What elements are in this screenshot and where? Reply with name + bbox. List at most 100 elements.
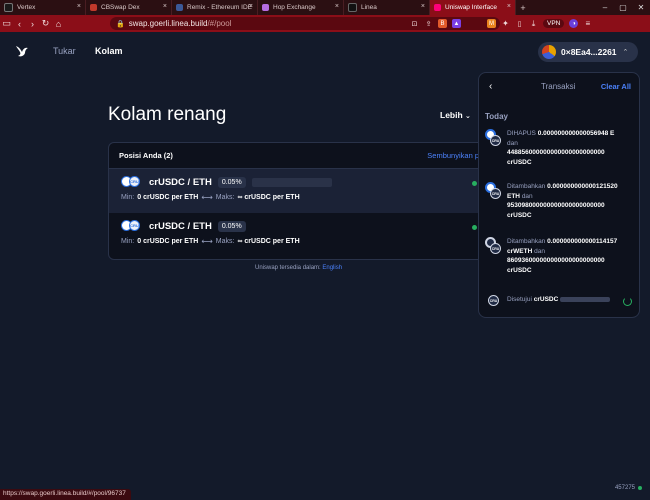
reload-icon[interactable]: ↻ xyxy=(39,18,52,29)
close-tab-icon[interactable]: × xyxy=(163,3,167,10)
browser-status-url: https://swap.goerli.linea.build/#/pool/9… xyxy=(0,489,131,500)
language-link[interactable]: English xyxy=(322,265,342,271)
pair-name: crUSDC / ETH xyxy=(149,176,212,188)
block-number: 457275 xyxy=(614,485,635,491)
forward-arrow-icon[interactable]: › xyxy=(26,19,39,29)
availability-text: Uniswap tersedia dalam: xyxy=(255,265,321,271)
position-row[interactable]: CRU crUSDC / ETH 0.05% Min: 0 crUSDC per… xyxy=(109,213,509,257)
browser-toolbar: ▭ ‹ › ↻ ⌂ 🔒 swap.goerli.linea.build/#/po… xyxy=(0,15,650,32)
block-number-indicator[interactable]: 457275 xyxy=(615,485,642,491)
max-label: Maks: xyxy=(215,238,235,245)
tx-amount1: 0.000000000000114157 xyxy=(547,238,618,245)
download-icon[interactable]: ⤓ xyxy=(529,19,538,28)
transaction-item[interactable]: CRU Ditambahkan 0.000000000000121520 ETH… xyxy=(485,182,637,232)
cru-token-icon: CRU xyxy=(129,220,140,231)
metamask-icon[interactable]: M xyxy=(487,19,496,28)
browser-tab-remix[interactable]: Remix - Ethereum IDE × xyxy=(172,0,258,15)
transaction-item-pending[interactable]: CRU Disetujui crUSDC xyxy=(485,295,637,315)
nav-swap-link[interactable]: Tukar xyxy=(53,46,76,56)
close-window-icon[interactable]: ✕ xyxy=(632,0,650,15)
position-row[interactable]: CRU crUSDC / ETH 0.05% Min: 0 crUSDC per… xyxy=(109,169,509,213)
profile-avatar-icon[interactable]: ◑ xyxy=(569,19,579,28)
positions-count-label: Posisi Anda (2) xyxy=(119,151,173,160)
sidebar-toggle-icon[interactable]: ▭ xyxy=(0,18,13,29)
close-tab-icon[interactable]: × xyxy=(421,3,425,10)
tx-token2: crUSDC xyxy=(507,158,532,166)
tab-title: Remix - Ethereum IDE xyxy=(187,4,253,11)
new-tab-plus-icon[interactable]: + xyxy=(516,0,530,15)
tx-connector: dan xyxy=(521,192,533,200)
close-tab-icon[interactable]: × xyxy=(335,3,339,10)
browser-tab-vertex[interactable]: Vertex × xyxy=(0,0,86,15)
more-label: Lebih xyxy=(440,110,463,120)
menu-icon[interactable]: ≡ xyxy=(583,19,592,28)
browser-tab-linea[interactable]: Linea × xyxy=(344,0,430,15)
tx-amount2: 953098000000000000000000000 xyxy=(507,202,605,209)
vertex-favicon-icon xyxy=(4,3,13,12)
clear-all-button[interactable]: Clear All xyxy=(601,82,631,91)
nav-pool-link[interactable]: Kolam xyxy=(95,46,123,56)
tx-action: Ditambahkan xyxy=(507,238,546,245)
uniswap-logo-icon[interactable] xyxy=(14,43,30,59)
tx-token1: ETH xyxy=(507,192,520,200)
browser-tab-hop[interactable]: Hop Exchange × xyxy=(258,0,344,15)
more-dropdown-button[interactable]: Lebih ⌄ xyxy=(440,110,471,120)
close-tab-icon[interactable]: × xyxy=(249,3,253,10)
tab-title: CBSwap Dex xyxy=(101,4,140,11)
page-title: Kolam renang xyxy=(108,104,227,125)
share-icon[interactable]: ⇪ xyxy=(424,19,433,28)
home-icon[interactable]: ⌂ xyxy=(52,19,65,29)
chevron-down-icon: ⌄ xyxy=(465,113,471,120)
browser-tab-uniswap[interactable]: Uniswap Interface × xyxy=(430,0,516,15)
transaction-item[interactable]: CRU DIHAPUS 0.000000000000056948 E dan 4… xyxy=(485,129,637,169)
lock-icon: 🔒 xyxy=(116,20,125,28)
cru-badge-icon: CRU xyxy=(490,188,501,199)
tx-amount1: 0.000000000000056948 E xyxy=(537,130,615,137)
minimize-icon[interactable]: – xyxy=(596,0,614,15)
back-arrow-icon[interactable]: ‹ xyxy=(13,19,26,29)
language-availability-note: Uniswap tersedia dalam: English xyxy=(255,265,342,271)
sidebar-icon[interactable]: ▯ xyxy=(515,19,524,28)
max-label: Maks: xyxy=(215,194,235,201)
transaction-item[interactable]: CRU Ditambahkan 0.000000000000114157 crW… xyxy=(485,237,637,287)
fee-tier-badge: 0.05% xyxy=(217,176,246,188)
token-pair-icons: CRU xyxy=(121,220,143,232)
min-label: Min: xyxy=(121,238,135,245)
hide-closed-positions-link[interactable]: Sembunyikan p xyxy=(427,151,479,160)
tx-token2: crUSDC xyxy=(507,211,532,219)
price-range: Min: 0 crUSDC per ETH ⟷ Maks: ∞ crUSDC p… xyxy=(121,237,497,246)
maximize-icon[interactable]: ▢ xyxy=(614,0,632,15)
in-range-status-dot xyxy=(472,181,477,186)
close-tab-icon[interactable]: × xyxy=(77,3,81,10)
redacted-area xyxy=(560,296,611,302)
position-pair: CRU crUSDC / ETH 0.05% xyxy=(121,220,497,232)
window-controls: – ▢ ✕ xyxy=(596,0,650,15)
browser-tab-cbswap[interactable]: CBSwap Dex × xyxy=(86,0,172,15)
cru-badge-icon: CRU xyxy=(488,295,499,306)
tx-connector: dan xyxy=(534,247,545,255)
tx-token2: crUSDC xyxy=(507,266,532,274)
redacted-area xyxy=(251,177,332,187)
back-chevron-icon[interactable]: ‹ xyxy=(489,81,492,92)
cru-token-icon: CRU xyxy=(129,176,140,187)
extension-icons: ⊡ ⇪ B ▲ M ✦ ▯ ⤓ VPN ◑ ≡ xyxy=(410,17,592,30)
price-range: Min: 0 crUSDC per ETH ⟷ Maks: ∞ crUSDC p… xyxy=(121,193,497,202)
app-header: Tukar Kolam 0×8Ea4...2261 ⌃ xyxy=(0,32,650,72)
rewards-icon[interactable]: ▲ xyxy=(452,19,461,28)
min-value: 0 crUSDC per ETH xyxy=(137,194,199,201)
tx-action: DIHAPUS xyxy=(507,130,536,137)
wallet-button[interactable]: 0×8Ea4...2261 ⌃ xyxy=(538,42,638,62)
range-arrows-icon: ⟷ xyxy=(201,193,213,202)
brave-shields-icon[interactable]: B xyxy=(438,19,447,28)
transaction-text: Ditambahkan 0.000000000000114157 crWETH … xyxy=(507,237,639,275)
cru-badge-icon: CRU xyxy=(490,135,501,146)
hop-favicon-icon xyxy=(262,4,269,11)
close-tab-icon[interactable]: × xyxy=(507,3,511,10)
cast-icon[interactable]: ⊡ xyxy=(410,19,419,28)
section-label-today: Today xyxy=(485,112,508,121)
positions-card: Posisi Anda (2) Sembunyikan p CRU crUSDC… xyxy=(108,142,510,260)
wallet-avatar xyxy=(542,45,556,59)
url-host: swap.goerli.linea.build xyxy=(128,19,208,28)
vpn-button[interactable]: VPN xyxy=(543,19,565,28)
extensions-puzzle-icon[interactable]: ✦ xyxy=(501,19,510,28)
